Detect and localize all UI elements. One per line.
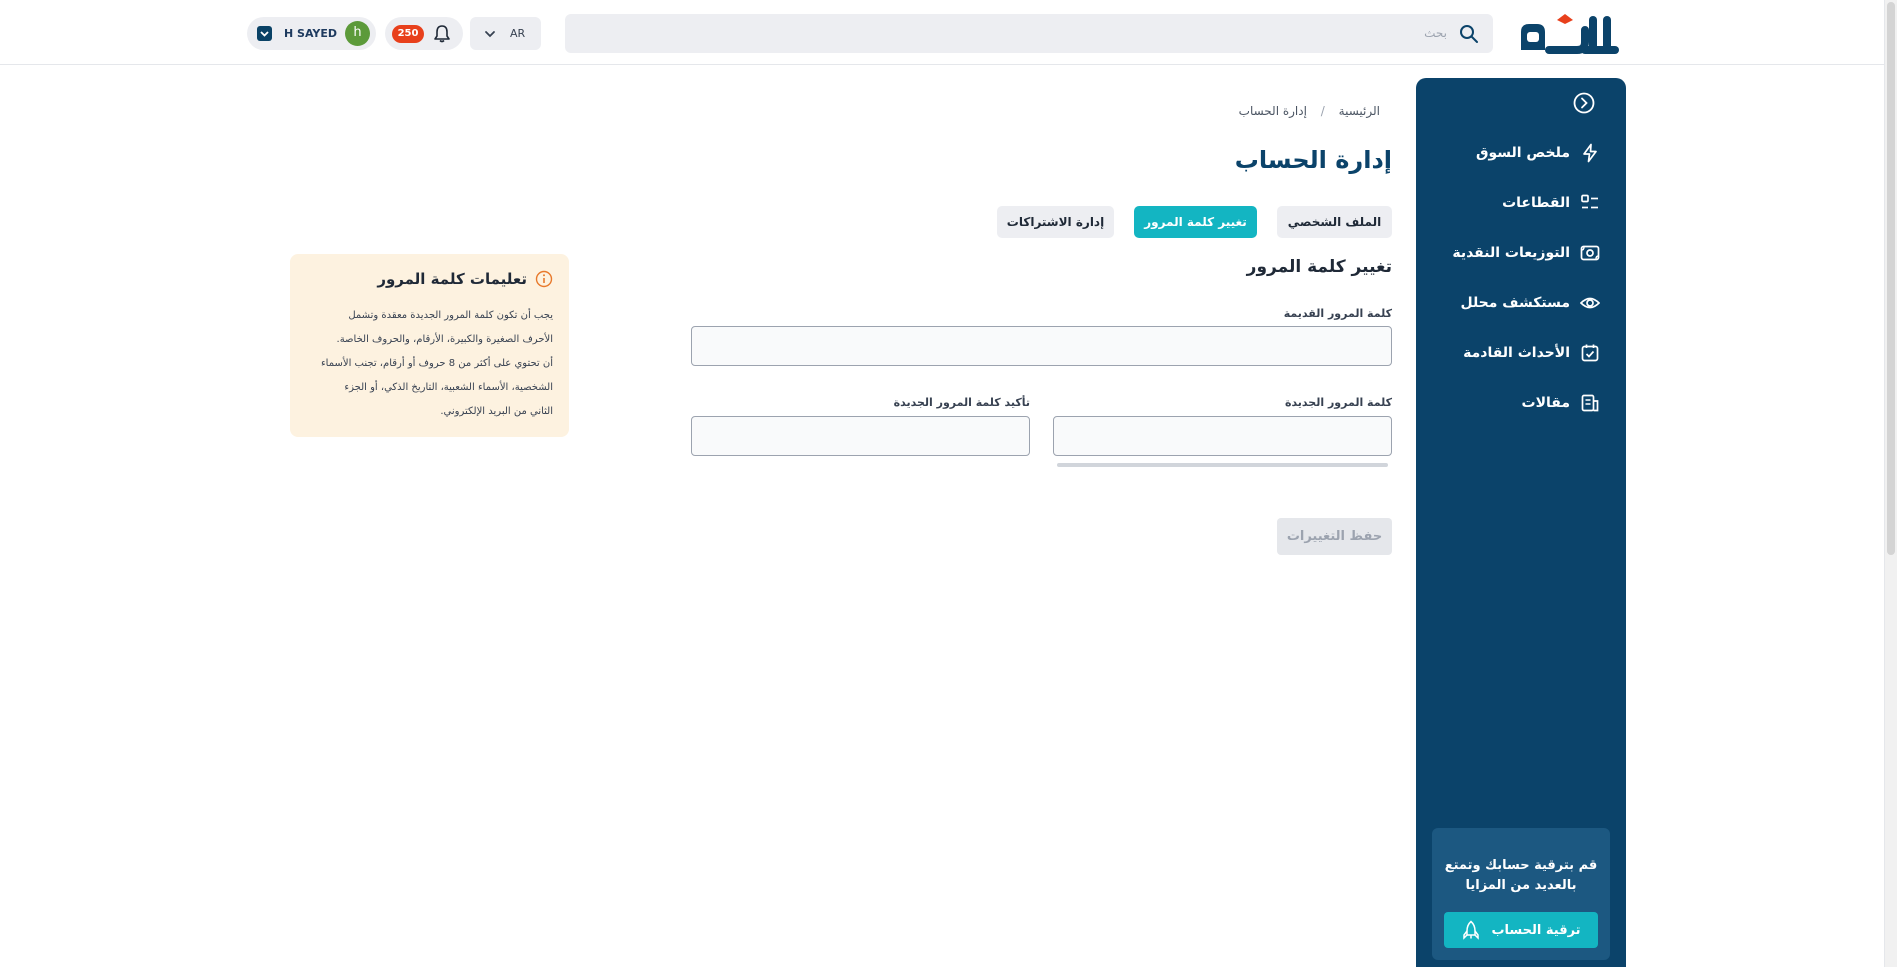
breadcrumb-current: إدارة الحساب: [1238, 104, 1307, 118]
rocket-icon: [1463, 920, 1480, 940]
info-icon: [535, 270, 553, 288]
old-password-field[interactable]: [691, 326, 1392, 366]
instructions-body: يجب أن تكون كلمة المرور الجديدة معقدة وت…: [305, 304, 553, 424]
breadcrumb-home[interactable]: الرئيسية: [1339, 104, 1380, 118]
new-password-label: كلمة المرور الجديدة: [1284, 396, 1392, 409]
sidebar-item-upcoming-events[interactable]: الأحداث القادمة: [1420, 340, 1600, 366]
sidebar-item-label: ملخص السوق: [1475, 145, 1570, 161]
tab-change-password[interactable]: تغيير كلمة المرور: [1134, 206, 1257, 238]
cash-icon: [1580, 245, 1600, 261]
instructions-line: الأحرف الصغيرة والكبيرة، الأرقام، والحرو…: [336, 334, 553, 345]
list-icon: [1581, 194, 1598, 209]
search-placeholder: بحث: [1424, 26, 1447, 40]
instructions-line: يجب أن تكون كلمة المرور الجديدة معقدة وت…: [348, 310, 553, 321]
upgrade-button-label: ترقية الحساب: [1491, 922, 1581, 938]
calendar-check-icon: [1581, 344, 1599, 362]
top-bar: بحث AR 250 H SAYED h: [0, 0, 1897, 65]
save-changes-button[interactable]: حفظ التغييرات: [1277, 518, 1392, 555]
lightning-icon: [1583, 143, 1597, 163]
breadcrumb-separator: /: [1320, 104, 1325, 118]
upgrade-account-button[interactable]: ترقية الحساب: [1444, 912, 1598, 948]
eye-icon: [1580, 297, 1600, 309]
logo-mark: [1521, 14, 1619, 54]
chevron-down-icon: [257, 26, 272, 41]
notifications-count-badge: 250: [392, 25, 424, 43]
new-password-field[interactable]: [1053, 416, 1392, 456]
password-strength-meter: [1057, 463, 1388, 467]
breadcrumb: الرئيسية / إدارة الحساب: [1200, 104, 1380, 118]
language-code: AR: [510, 27, 526, 40]
scrollbar-thumb[interactable]: [1887, 2, 1895, 555]
notifications-button[interactable]: 250: [385, 17, 463, 50]
tab-profile[interactable]: الملف الشخصي: [1277, 206, 1392, 238]
page-title: إدارة الحساب: [1234, 146, 1392, 174]
confirm-password-label: تأكيد كلمة المرور الجديدة: [893, 396, 1030, 409]
sidebar-item-market-summary[interactable]: ملخص السوق: [1420, 140, 1600, 166]
sidebar-item-label: القطاعات: [1502, 195, 1570, 211]
language-selector[interactable]: AR: [470, 17, 541, 50]
sidebar-item-label: مستكشف محلل: [1460, 295, 1570, 311]
search-bar[interactable]: بحث: [565, 14, 1493, 53]
logo[interactable]: [1515, 10, 1627, 56]
article-icon: [1581, 394, 1599, 412]
page-scrollbar[interactable]: [1884, 0, 1897, 967]
user-menu[interactable]: H SAYED h: [247, 17, 376, 50]
sidebar-item-label: مقالات: [1521, 395, 1571, 411]
sidebar-item-explorer[interactable]: مستكشف محلل: [1420, 290, 1600, 316]
confirm-password-field[interactable]: [691, 416, 1030, 456]
sidebar-item-articles[interactable]: مقالات: [1420, 390, 1600, 416]
sidebar-item-label: الأحداث القادمة: [1463, 345, 1570, 361]
section-title: تغيير كلمة المرور: [1246, 257, 1392, 277]
search-icon[interactable]: [1459, 24, 1479, 44]
chevron-down-icon: [485, 31, 495, 38]
sidebar-item-dividends[interactable]: التوزيعات النقدية: [1420, 240, 1600, 266]
tab-subscriptions[interactable]: إدارة الاشتراكات: [997, 206, 1114, 238]
instructions-line: أن تحتوي على أكثر من 8 حروف أو أرقام، تج…: [320, 358, 553, 369]
upgrade-text: قم بترقية حسابك وتمتع بالعديد من المزايا: [1444, 858, 1598, 893]
sidebar-item-label: التوزيعات النقدية: [1452, 245, 1570, 261]
instructions-title: تعليمات كلمة المرور: [377, 270, 527, 288]
upgrade-card: قم بترقية حسابك وتمتع بالعديد من المزايا…: [1432, 828, 1610, 960]
sidebar: ملخص السوق القطاعات التوزيعات النقدية مس…: [1416, 78, 1626, 967]
collapse-sidebar-icon[interactable]: [1573, 92, 1595, 114]
avatar: h: [345, 21, 370, 46]
old-password-label: كلمة المرور القديمة: [1283, 307, 1392, 320]
password-instructions-card: تعليمات كلمة المرور يجب أن تكون كلمة الم…: [290, 254, 569, 437]
sidebar-item-sectors[interactable]: القطاعات: [1420, 190, 1600, 216]
instructions-line: الثاني من البريد الإلكتروني.: [440, 406, 553, 417]
instructions-line: الشخصية، الأسماء الشعبية، التاريخ الذكي،…: [344, 382, 553, 393]
bell-icon: [434, 25, 450, 43]
user-name: H SAYED: [284, 27, 338, 40]
